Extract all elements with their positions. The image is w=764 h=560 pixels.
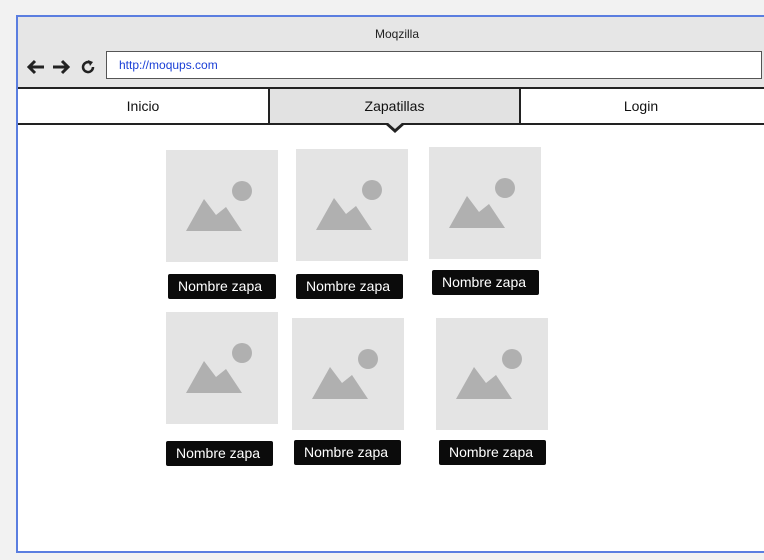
image-placeholder-icon	[186, 181, 252, 231]
image-placeholder-icon	[186, 343, 252, 393]
nav-tabs: Inicio Zapatillas Login	[18, 87, 764, 133]
product-image-placeholder[interactable]	[166, 312, 278, 424]
image-placeholder-icon	[316, 180, 382, 230]
image-placeholder-icon	[312, 349, 378, 399]
tab-login[interactable]: Login	[521, 89, 761, 123]
url-input[interactable]: http://moqups.com	[106, 51, 762, 79]
window-title: Moqzilla	[18, 17, 764, 51]
product-name-label[interactable]: Nombre zapa	[166, 441, 273, 466]
forward-arrow-icon[interactable]	[51, 57, 71, 77]
product-image-placeholder[interactable]	[429, 147, 541, 259]
selected-tab-caret-icon	[384, 122, 405, 133]
product-image-placeholder[interactable]	[296, 149, 408, 261]
image-placeholder-icon	[449, 178, 515, 228]
product-name-label[interactable]: Nombre zapa	[294, 440, 401, 465]
product-name-label[interactable]: Nombre zapa	[168, 274, 276, 299]
product-name-label[interactable]: Nombre zapa	[439, 440, 546, 465]
browser-window: Moqzilla http://moqups.com Inicio Zapati…	[16, 15, 764, 553]
product-image-placeholder[interactable]	[166, 150, 278, 262]
reload-icon[interactable]	[78, 57, 98, 77]
back-arrow-icon[interactable]	[26, 57, 46, 77]
product-name-label[interactable]: Nombre zapa	[296, 274, 403, 299]
browser-toolbar: http://moqups.com	[18, 51, 764, 87]
tab-inicio[interactable]: Inicio	[18, 89, 270, 123]
image-placeholder-icon	[456, 349, 522, 399]
tab-zapatillas-label: Zapatillas	[364, 98, 425, 114]
product-name-label[interactable]: Nombre zapa	[432, 270, 539, 295]
product-image-placeholder[interactable]	[292, 318, 404, 430]
product-image-placeholder[interactable]	[436, 318, 548, 430]
tab-zapatillas[interactable]: Zapatillas	[270, 89, 521, 133]
